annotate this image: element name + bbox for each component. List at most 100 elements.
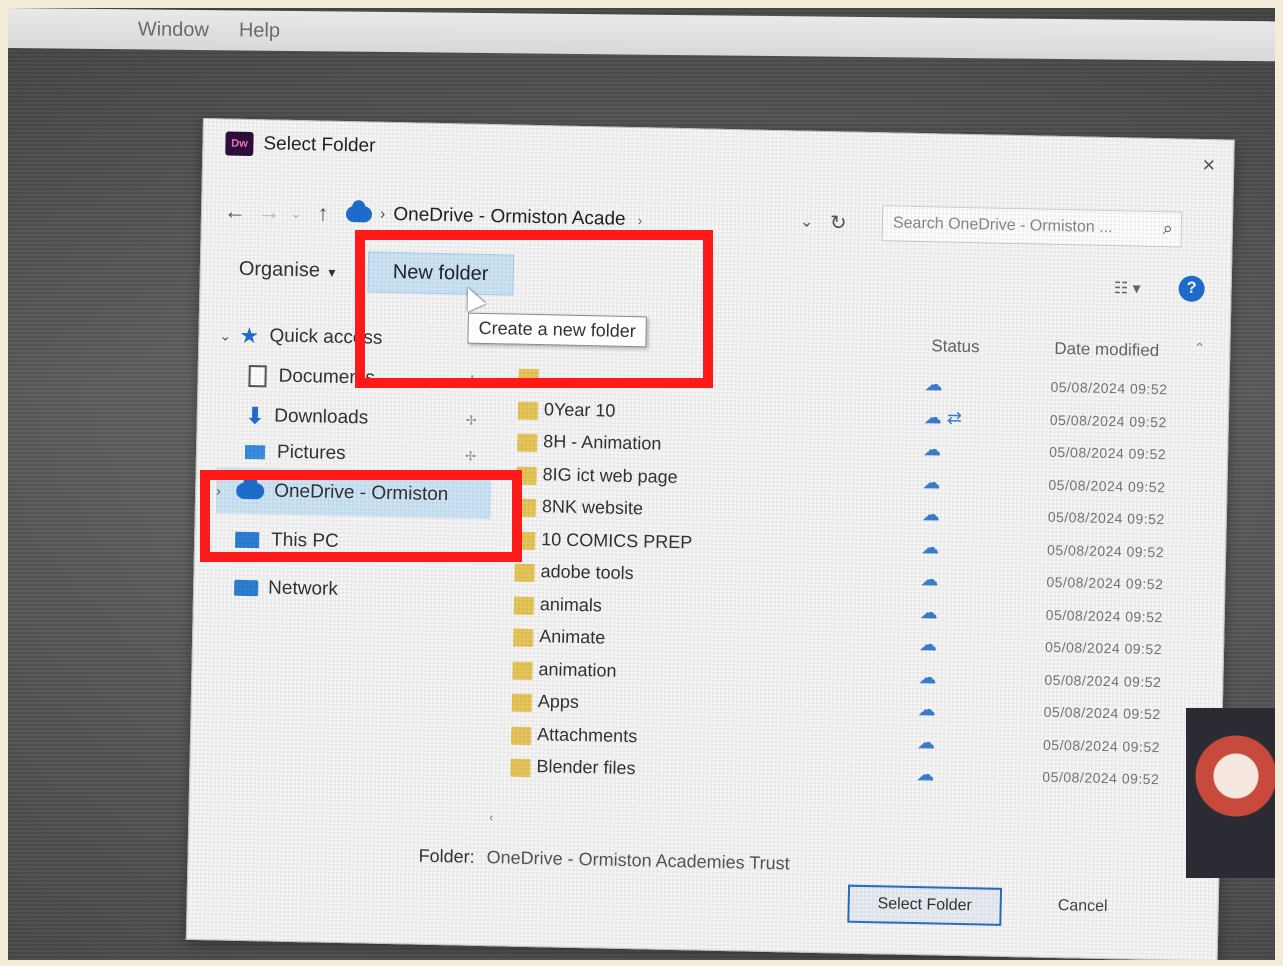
title-bar: Dw Select Folder × xyxy=(203,119,1234,189)
cloud-status-icon: ☁ xyxy=(919,601,939,622)
document-icon xyxy=(248,365,267,388)
file-date: 05/08/2024 09:52 xyxy=(1042,736,1161,755)
up-arrow-icon[interactable]: ↑ xyxy=(306,200,341,227)
caret-down-icon: ▼ xyxy=(325,265,338,280)
cloud-status-icon: ☁ xyxy=(922,471,941,493)
file-date: 05/08/2024 09:52 xyxy=(1048,476,1166,495)
file-name: Blender files xyxy=(536,756,636,779)
file-list: ☁ 05/08/2024 09:52 0Year 10 ☁ ⇄ 05/08/2024 0… xyxy=(490,361,1199,816)
computer-icon xyxy=(235,531,260,549)
nav-this-pc[interactable]: This PC xyxy=(215,513,491,571)
nav-downloads-label: Downloads xyxy=(273,405,369,429)
forward-arrow-icon[interactable]: → xyxy=(252,199,287,226)
file-name: 8H - Animation xyxy=(543,431,662,454)
expand-chevron-icon[interactable]: › xyxy=(216,482,236,498)
breadcrumb-chevron-icon[interactable]: › xyxy=(637,212,642,228)
column-status[interactable]: Status xyxy=(931,336,980,357)
file-date: 05/08/2024 09:52 xyxy=(1050,378,1168,398)
folder-icon xyxy=(517,433,538,453)
nav-onedrive[interactable]: › OneDrive - Ormiston xyxy=(215,467,492,520)
folder-label: Folder: xyxy=(418,845,475,867)
scroll-left-icon[interactable]: ‹ xyxy=(489,810,493,824)
cloud-status-icon: ☁ xyxy=(918,634,938,655)
breadcrumb-separator: › xyxy=(379,205,386,223)
breadcrumb-onedrive[interactable]: OneDrive - Ormiston Acade xyxy=(393,204,626,231)
select-folder-button[interactable]: Select Folder xyxy=(847,884,1003,926)
file-date: 05/08/2024 09:52 xyxy=(1046,541,1165,560)
sort-caret-icon: ⌃ xyxy=(1193,339,1206,357)
nav-documents[interactable]: Documents ✢ xyxy=(218,355,494,401)
photo-of-screen: Window Help Dw Select Folder × ← → ⌄ ↑ ›… xyxy=(8,8,1275,960)
help-icon[interactable]: ? xyxy=(1178,275,1205,303)
command-toolbar: Organise ▼ New folder ☷ ▾ ? xyxy=(200,245,1231,313)
file-date: 05/08/2024 09:52 xyxy=(1044,638,1163,658)
folder-icon xyxy=(517,401,539,420)
cloud-status-icon: ☁ ⇄ xyxy=(923,406,963,428)
cloud-status-icon: ☁ xyxy=(916,764,935,785)
file-date: 05/08/2024 09:52 xyxy=(1045,606,1163,625)
refresh-icon[interactable]: ↻ xyxy=(830,210,847,235)
menu-help[interactable]: Help xyxy=(239,19,280,42)
folder-icon xyxy=(510,726,532,745)
column-date-modified[interactable]: Date modified xyxy=(1054,339,1159,361)
recent-chevron-icon[interactable]: ⌄ xyxy=(286,204,306,221)
star-icon: ★ xyxy=(239,322,260,349)
file-name: animation xyxy=(538,658,617,681)
folder-icon xyxy=(516,466,537,485)
pictures-icon xyxy=(244,444,266,460)
folder-input[interactable]: OneDrive - Ormiston Academies Trust xyxy=(486,847,789,874)
cloud-status-icon: ☁ xyxy=(924,374,943,395)
nav-quick-access-label: Quick access xyxy=(269,325,383,349)
new-folder-tooltip: Create a new folder xyxy=(467,312,648,348)
menu-window[interactable]: Window xyxy=(138,18,209,42)
back-arrow-icon[interactable]: ← xyxy=(218,198,253,225)
search-input[interactable]: Search OneDrive - Ormiston ... ⌕ xyxy=(881,205,1183,248)
nav-quick-access[interactable]: ⌄ ★ Quick access xyxy=(219,315,495,361)
file-name: animals xyxy=(539,593,603,615)
folder-icon xyxy=(510,758,531,777)
nav-network-label: Network xyxy=(267,577,339,600)
nav-downloads[interactable]: ⬇ Downloads ✢ xyxy=(217,395,493,441)
menu-bar: Window Help xyxy=(8,8,1275,63)
download-arrow-icon: ⬇ xyxy=(245,402,265,429)
file-name: Apps xyxy=(537,691,580,712)
file-date: 05/08/2024 09:52 xyxy=(1049,443,1167,463)
file-name: 10 COMICS PREP xyxy=(541,528,693,552)
folder-icon xyxy=(512,661,533,680)
nav-onedrive-label: OneDrive - Ormiston xyxy=(273,480,449,506)
nav-network[interactable]: Network xyxy=(214,565,490,615)
expand-chevron-icon[interactable]: ⌄ xyxy=(219,327,239,344)
folder-icon xyxy=(518,368,539,388)
folder-icon xyxy=(511,693,533,713)
pin-icon: ✢ xyxy=(466,372,478,388)
file-date: 05/08/2024 09:52 xyxy=(1042,768,1160,788)
cloud-status-icon: ☁ xyxy=(920,536,940,558)
nav-documents-label: Documents xyxy=(278,365,375,389)
cancel-button[interactable]: Cancel xyxy=(1027,888,1138,924)
new-folder-button[interactable]: New folder xyxy=(367,250,514,296)
organise-button[interactable]: Organise ▼ xyxy=(239,257,339,282)
cloud-status-icon: ☁ xyxy=(917,699,936,720)
onedrive-cloud-icon xyxy=(345,206,373,223)
close-icon[interactable]: × xyxy=(1202,152,1215,178)
file-name: Animate xyxy=(539,626,606,648)
navigation-pane: ⌄ ★ Quick access Documents ✢ ⬇ Downloads… xyxy=(209,315,494,821)
background-image xyxy=(1186,708,1275,878)
file-date: 05/08/2024 09:52 xyxy=(1049,411,1168,430)
folder-field: Folder: OneDrive - Ormiston Academies Tr… xyxy=(418,846,789,875)
onedrive-cloud-icon xyxy=(236,482,265,500)
address-dropdown-icon[interactable]: ⌄ xyxy=(800,212,814,232)
select-folder-dialog: Dw Select Folder × ← → ⌄ ↑ › OneDrive - … xyxy=(185,118,1235,960)
folder-icon xyxy=(515,498,537,518)
folder-icon xyxy=(513,596,535,615)
nav-pictures-label: Pictures xyxy=(276,441,346,465)
app-icon: Dw xyxy=(225,131,254,157)
cloud-status-icon: ☁ xyxy=(921,504,941,525)
search-icon: ⌕ xyxy=(1162,218,1174,239)
file-date: 05/08/2024 09:52 xyxy=(1046,573,1164,593)
view-options-icon[interactable]: ☷ ▾ xyxy=(1114,278,1141,299)
folder-icon xyxy=(515,531,536,550)
file-name: 0Year 10 xyxy=(543,398,616,421)
cloud-status-icon: ☁ xyxy=(923,439,942,460)
cloud-status-icon: ☁ xyxy=(920,569,939,590)
